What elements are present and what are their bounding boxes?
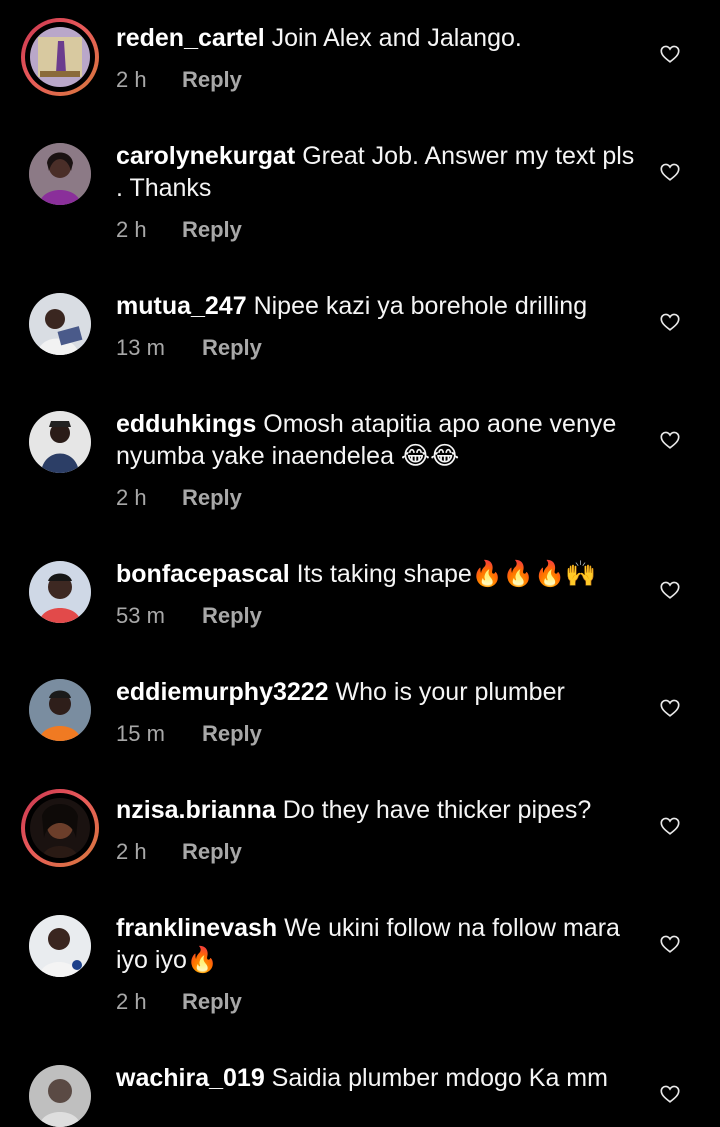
username[interactable]: carolynekurgat [116,142,295,170]
comment-body: Nipee kazi ya borehole drilling [253,292,588,320]
avatar[interactable] [21,18,99,96]
heart-outline-icon[interactable] [659,933,681,955]
comment-body: Join Alex and Jalango. [271,24,522,52]
avatar[interactable] [29,411,91,473]
comment-meta: 53 m Reply [116,603,262,629]
timestamp: 13 m [116,335,165,360]
heart-outline-icon[interactable] [659,43,681,65]
timestamp: 2 h [116,485,147,510]
username[interactable]: franklinevash [116,914,277,942]
timestamp: 2 h [116,67,147,92]
comment-meta: 2 h Reply [116,67,242,93]
comment-meta: 2 h Reply [116,989,242,1015]
timestamp: 2 h [116,989,147,1014]
comment-meta: 2 h Reply [116,217,242,243]
timestamp: 2 h [116,217,147,242]
reply-button[interactable]: Reply [202,335,262,361]
username[interactable]: bonfacepascal [116,560,290,588]
reply-button[interactable]: Reply [182,67,242,93]
heart-outline-icon[interactable] [659,1083,681,1105]
comment-meta: 13 m Reply [116,335,262,361]
comment-text: wachira_019 Saidia plumber mdogo Ka mm [116,1062,636,1094]
timestamp: 53 m [116,603,165,628]
username[interactable]: wachira_019 [116,1064,265,1092]
heart-outline-icon[interactable] [659,697,681,719]
comment-text: nzisa.brianna Do they have thicker pipes… [116,794,636,826]
avatar[interactable] [29,679,91,741]
comment-body: Saidia plumber mdogo Ka mm [271,1064,608,1092]
heart-outline-icon[interactable] [659,429,681,451]
timestamp: 2 h [116,839,147,864]
avatar[interactable] [29,915,91,977]
avatar[interactable] [29,561,91,623]
reply-button[interactable]: Reply [182,839,242,865]
reply-button[interactable]: Reply [182,485,242,511]
heart-outline-icon[interactable] [659,815,681,837]
avatar[interactable] [29,1065,91,1127]
heart-outline-icon[interactable] [659,161,681,183]
comment-body: Its taking shape🔥🔥🔥🙌 [296,560,597,588]
username[interactable]: nzisa.brianna [116,796,276,824]
reply-button[interactable]: Reply [202,603,262,629]
avatar[interactable] [29,143,91,205]
avatar[interactable] [21,789,99,867]
comment-meta: 2 h Reply [116,485,242,511]
comment-body: Who is your plumber [335,678,565,706]
username[interactable]: mutua_247 [116,292,247,320]
username[interactable]: eddiemurphy3222 [116,678,329,706]
heart-outline-icon[interactable] [659,579,681,601]
avatar[interactable] [29,293,91,355]
comment-meta: 15 m Reply [116,721,262,747]
comment-text: eddiemurphy3222 Who is your plumber [116,676,636,708]
reply-button[interactable]: Reply [182,217,242,243]
username[interactable]: reden_cartel [116,24,265,52]
comment-text: bonfacepascal Its taking shape🔥🔥🔥🙌 [116,558,636,590]
comment-text: franklinevash We ukini follow na follow … [116,912,636,976]
comment-text: reden_cartel Join Alex and Jalango. [116,22,636,54]
comment-meta: 2 h Reply [116,839,242,865]
comment-body: Do they have thicker pipes? [282,796,592,824]
heart-outline-icon[interactable] [659,311,681,333]
comment-text: edduhkings Omosh atapitia apo aone venye… [116,408,636,472]
reply-button[interactable]: Reply [182,989,242,1015]
username[interactable]: edduhkings [116,410,256,438]
timestamp: 15 m [116,721,165,746]
reply-button[interactable]: Reply [202,721,262,747]
comment-text: carolynekurgat Great Job. Answer my text… [116,140,636,204]
comment-text: mutua_247 Nipee kazi ya borehole drillin… [116,290,636,322]
